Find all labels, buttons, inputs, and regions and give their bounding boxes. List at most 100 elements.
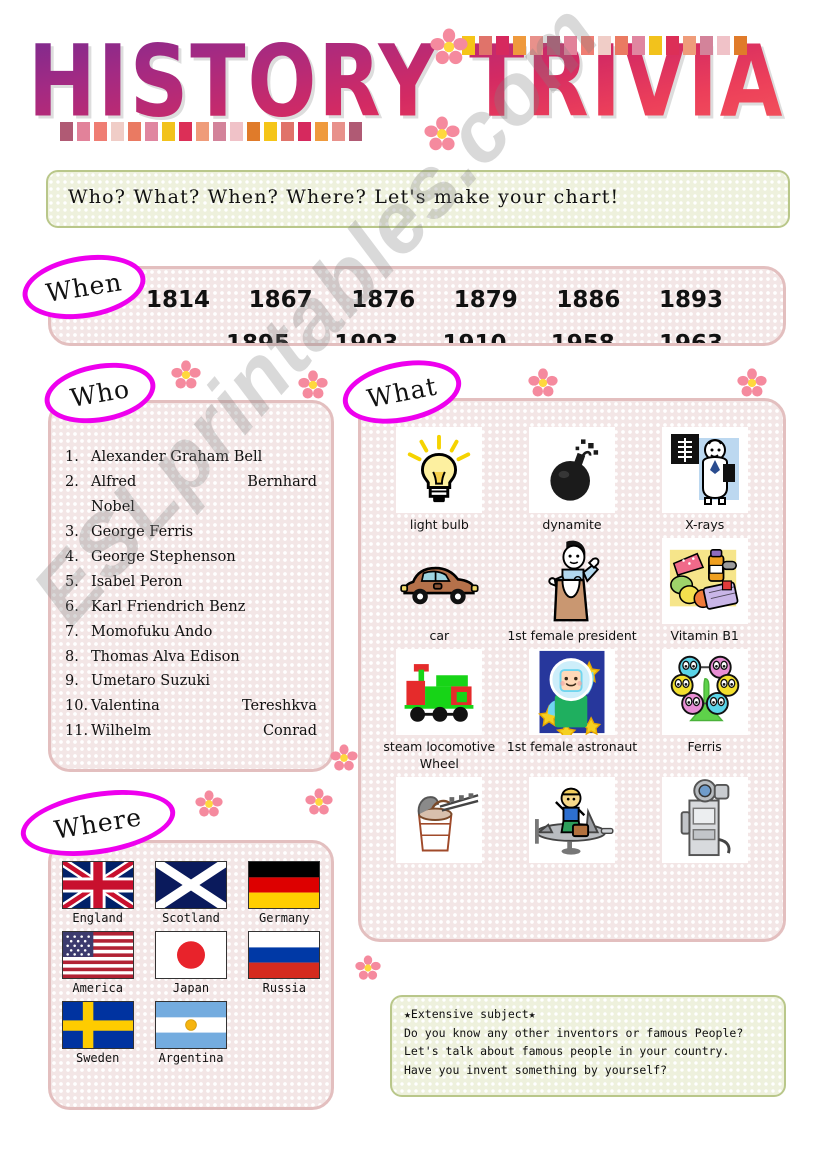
what-item-label: dynamite bbox=[542, 517, 602, 532]
when-year: 1814 bbox=[146, 287, 211, 313]
confetti-square bbox=[479, 36, 492, 55]
steam-locomotive-icon bbox=[396, 648, 483, 735]
who-list-item: 2. Alfred Bernhard bbox=[65, 470, 317, 495]
airplane-icon bbox=[528, 776, 615, 863]
what-item-label: light bulb bbox=[409, 517, 469, 532]
what-item-label: X-rays bbox=[685, 517, 725, 532]
flag-grid: England Scotland Germany America Japan R… bbox=[51, 843, 331, 1065]
what-item: light bulb bbox=[373, 427, 506, 534]
light-bulb-icon bbox=[396, 427, 483, 513]
xray-doctor-icon bbox=[661, 427, 748, 513]
flag-england-icon bbox=[61, 861, 134, 909]
when-year: 1893 bbox=[658, 287, 723, 313]
what-item-label: steam locomotive Wheel bbox=[383, 738, 496, 771]
who-item-number: 5. bbox=[65, 573, 79, 590]
who-item-name: George Stephenson bbox=[91, 548, 236, 565]
worksheet-page: HISTORY TRIVIA HISTORY TRIVIA bbox=[0, 0, 821, 1169]
confetti-square bbox=[598, 36, 611, 55]
confetti-square bbox=[700, 36, 713, 55]
who-item-name: George Ferris bbox=[91, 523, 194, 540]
flower-icon bbox=[305, 788, 333, 815]
confetti-square bbox=[462, 36, 475, 55]
confetti-square bbox=[615, 36, 628, 55]
who-list-item: 8. Thomas Alva Edison bbox=[65, 645, 317, 670]
confetti-square bbox=[230, 122, 243, 141]
who-item-name: Valentina Tereshkva bbox=[91, 698, 317, 715]
what-item: X-rays bbox=[638, 427, 771, 534]
who-list-item: 7. Momofuku Ando bbox=[65, 620, 317, 645]
who-item-name: Umetaro Suzuki bbox=[91, 673, 210, 690]
who-item-name: Wilhelm Conrad bbox=[91, 723, 317, 740]
car-icon bbox=[396, 538, 482, 624]
what-item: Vitamin B1 bbox=[638, 537, 771, 645]
confetti-square bbox=[530, 36, 543, 55]
confetti-square bbox=[213, 122, 226, 141]
ferris-wheel-icon bbox=[661, 648, 748, 735]
who-item-name: Isabel Peron bbox=[91, 573, 183, 590]
flag-label: America bbox=[72, 981, 123, 995]
what-item: 1st female astronaut bbox=[506, 648, 639, 773]
who-panel: 1. Alexander Graham Bell 2. Alfred Bernhard… bbox=[48, 400, 334, 772]
confetti-square bbox=[666, 36, 679, 55]
confetti-square bbox=[564, 36, 577, 55]
flag-america-icon bbox=[61, 931, 134, 979]
flag-item: Sweden bbox=[61, 1001, 134, 1065]
confetti-square bbox=[717, 36, 730, 55]
confetti-square bbox=[179, 122, 192, 141]
who-list-item: Nobel bbox=[65, 495, 317, 520]
flower-icon bbox=[171, 360, 201, 389]
confetti-square bbox=[60, 122, 73, 141]
what-item: car bbox=[373, 538, 506, 645]
who-list: 1. Alexander Graham Bell 2. Alfred Bernhard… bbox=[51, 403, 331, 744]
confetti-square bbox=[162, 122, 175, 141]
who-item-number: 1. bbox=[65, 449, 79, 465]
who-item-name: Thomas Alva Edison bbox=[91, 648, 240, 665]
confetti-square bbox=[77, 122, 90, 141]
confetti-square bbox=[581, 36, 594, 55]
confetti-square bbox=[111, 122, 124, 141]
who-list-item: 3. George Ferris bbox=[65, 520, 317, 545]
when-year: 1963 bbox=[658, 331, 723, 346]
when-year-row-1: 1814 1867 1876 1879 1886 1893 bbox=[51, 287, 783, 313]
dynamite-bomb-icon bbox=[528, 427, 615, 513]
who-item-number: 2. bbox=[65, 473, 79, 490]
who-item-number: 11. bbox=[65, 723, 89, 740]
flower-icon bbox=[355, 955, 381, 980]
who-list-item: 11. Wilhelm Conrad bbox=[65, 719, 317, 744]
where-panel: England Scotland Germany America Japan R… bbox=[48, 840, 334, 1110]
extensive-line-3: Have you invent something by yourself? bbox=[404, 1062, 668, 1077]
subtitle-text: Who? What? When? Where? Let's make your … bbox=[68, 186, 620, 208]
confetti-square bbox=[683, 36, 696, 55]
who-list-item: 1. Alexander Graham Bell bbox=[65, 445, 317, 470]
confetti-square bbox=[196, 122, 209, 141]
flag-label: England bbox=[72, 911, 123, 925]
confetti-square bbox=[547, 36, 560, 55]
confetti-square bbox=[349, 122, 362, 141]
who-item-number: 10. bbox=[65, 698, 89, 715]
when-year: 1903 bbox=[334, 331, 399, 346]
when-year: 1958 bbox=[550, 331, 615, 346]
confetti-square bbox=[513, 36, 526, 55]
flower-icon bbox=[737, 368, 767, 397]
when-year: 1886 bbox=[556, 287, 621, 313]
when-year: 1876 bbox=[351, 287, 416, 313]
who-item-number: 3. bbox=[65, 523, 79, 540]
confetti-square bbox=[281, 122, 294, 141]
flag-russia-icon bbox=[248, 931, 321, 979]
who-list-item: 9. Umetaro Suzuki bbox=[65, 669, 317, 694]
flag-item: America bbox=[61, 931, 134, 995]
what-panel: light bulb dynamite X-rays car 1st femal… bbox=[358, 398, 786, 942]
who-list-item: 6. Karl Friendrich Benz bbox=[65, 595, 317, 620]
when-year: 1867 bbox=[248, 287, 313, 313]
who-item-number: 4. bbox=[65, 548, 79, 565]
confetti-square bbox=[247, 122, 260, 141]
flag-label: Sweden bbox=[75, 1051, 120, 1065]
confetti-square bbox=[632, 36, 645, 55]
who-item-name: Momofuku Ando bbox=[91, 623, 213, 640]
who-item-name: Nobel bbox=[91, 498, 135, 515]
flag-label: Germany bbox=[259, 911, 310, 925]
what-item bbox=[506, 776, 639, 867]
confetti-square bbox=[734, 36, 747, 55]
when-year-row-2: 1895 1903 1910 1958 1963 bbox=[51, 331, 783, 346]
extensive-subject-panel: ★Extensive subject★ Do you know any othe… bbox=[390, 995, 786, 1097]
